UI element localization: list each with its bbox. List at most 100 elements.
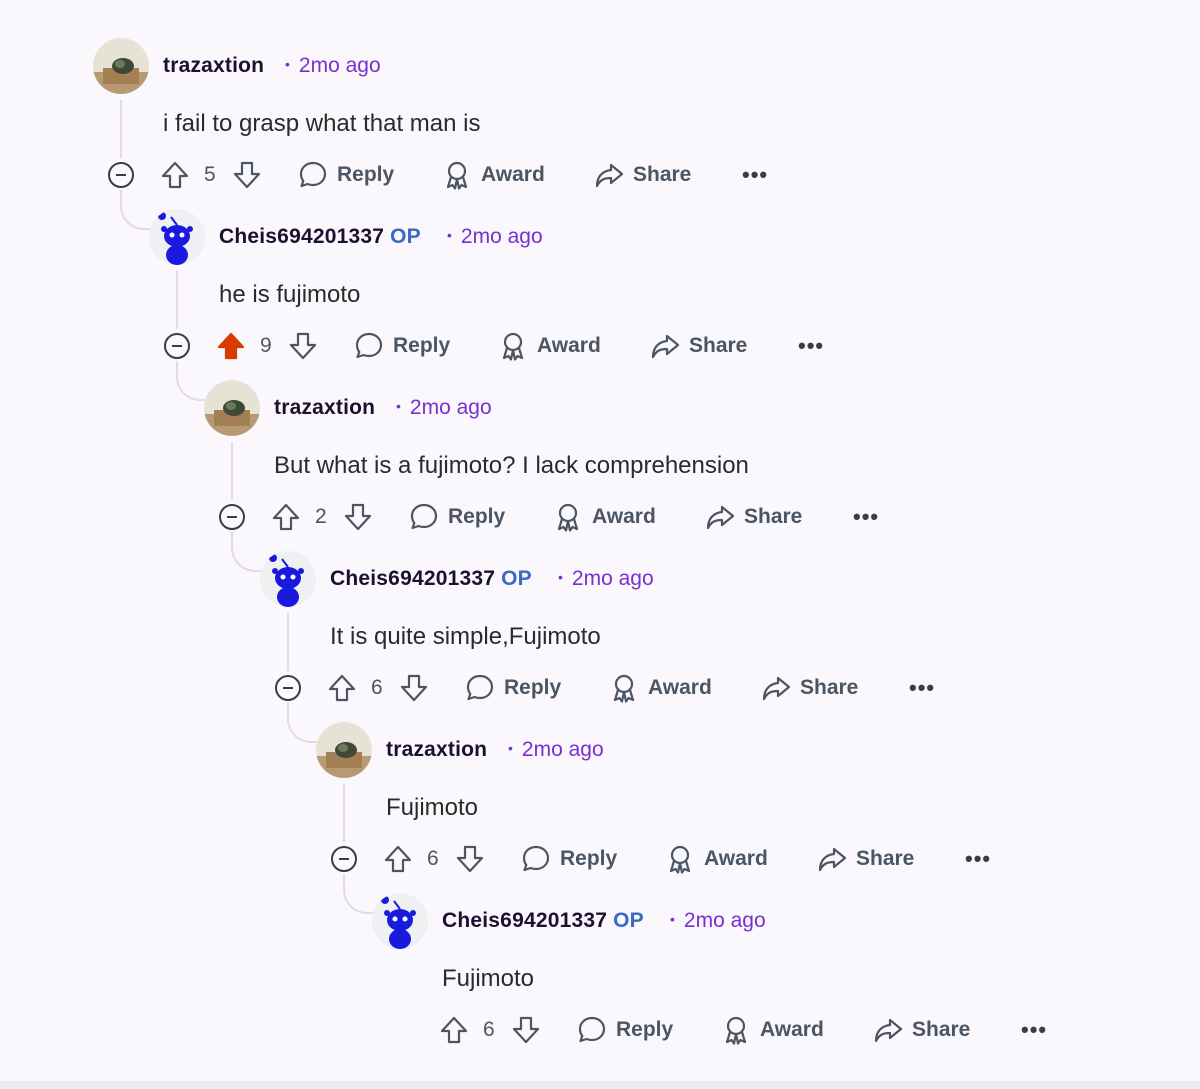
upvote-button[interactable] (439, 1012, 469, 1048)
award-button[interactable]: Award (665, 841, 768, 877)
award-button[interactable]: Award (442, 157, 545, 193)
avatar[interactable] (260, 551, 316, 607)
speech-bubble-icon (522, 845, 550, 872)
avatar[interactable] (204, 380, 260, 436)
more-options-button[interactable]: ••• (742, 157, 768, 193)
op-badge: OP (501, 567, 532, 590)
avatar[interactable] (149, 209, 205, 265)
share-label: Share (689, 334, 748, 357)
downvote-button[interactable] (455, 841, 485, 877)
downvote-button[interactable] (288, 328, 318, 364)
snoo-avatar-icon (260, 551, 316, 607)
reply-button[interactable]: Reply (354, 328, 450, 364)
upvote-button[interactable] (160, 157, 190, 193)
collapse-button[interactable] (164, 333, 190, 359)
comment-age: • 2mo ago (558, 567, 654, 590)
award-button[interactable]: Award (721, 1012, 824, 1048)
page-bottom-edge (0, 1081, 1200, 1089)
comment-body: It is quite simple,Fujimoto (330, 623, 601, 650)
vote-count: 5 (204, 163, 216, 186)
avatar[interactable] (316, 722, 372, 778)
upvote-button[interactable] (383, 841, 413, 877)
downvote-button[interactable] (343, 499, 373, 535)
more-options-button[interactable]: ••• (798, 328, 824, 364)
speech-bubble-icon (355, 332, 383, 359)
award-label: Award (537, 334, 601, 357)
share-button[interactable]: Share (705, 499, 802, 535)
more-options-button[interactable]: ••• (1021, 1012, 1047, 1048)
comment-thread: trazaxtion • 2mo ago i fail to grasp what… (0, 0, 1200, 1089)
share-label: Share (633, 163, 692, 186)
snoo-avatar-icon (372, 893, 428, 949)
award-icon (613, 674, 635, 703)
reply-button[interactable]: Reply (298, 157, 394, 193)
share-button[interactable]: Share (817, 841, 914, 877)
upvote-button[interactable] (327, 670, 357, 706)
username[interactable]: trazaxtion (163, 54, 264, 78)
share-button[interactable]: Share (594, 157, 691, 193)
more-options-button[interactable]: ••• (853, 499, 879, 535)
thread-line (120, 190, 150, 230)
avatar[interactable] (93, 38, 149, 94)
downvote-icon (289, 332, 317, 360)
share-arrow-icon (818, 847, 847, 872)
upvote-icon (440, 1016, 468, 1044)
collapse-button[interactable] (219, 504, 245, 530)
username[interactable]: Cheis694201337 OP (442, 909, 644, 933)
downvote-button[interactable] (399, 670, 429, 706)
vote-count: 6 (371, 676, 383, 699)
reply-button[interactable]: Reply (577, 1012, 673, 1048)
downvote-icon (400, 674, 428, 702)
reply-button[interactable]: Reply (521, 841, 617, 877)
award-icon (557, 503, 579, 532)
more-options-button[interactable]: ••• (965, 841, 991, 877)
speech-bubble-icon (466, 674, 494, 701)
collapse-button[interactable] (108, 162, 134, 188)
thread-line (343, 874, 373, 914)
thread-line (176, 361, 206, 401)
downvote-icon (233, 161, 261, 189)
share-button[interactable]: Share (873, 1012, 970, 1048)
upvote-button[interactable] (216, 328, 246, 364)
downvote-button[interactable] (511, 1012, 541, 1048)
thread-line (176, 271, 178, 329)
comment-body: But what is a fujimoto? I lack comprehen… (274, 452, 749, 479)
downvote-icon (456, 845, 484, 873)
downvote-button[interactable] (232, 157, 262, 193)
award-label: Award (592, 505, 656, 528)
award-button[interactable]: Award (498, 328, 601, 364)
reply-label: Reply (616, 1018, 674, 1041)
username[interactable]: trazaxtion (274, 396, 375, 420)
share-arrow-icon (874, 1018, 903, 1043)
upvote-button[interactable] (271, 499, 301, 535)
timestamp: 2mo ago (298, 54, 381, 77)
comment-age: • 2mo ago (447, 225, 543, 248)
share-arrow-icon (762, 676, 791, 701)
award-button[interactable]: Award (609, 670, 712, 706)
username[interactable]: trazaxtion (386, 738, 487, 762)
thread-line (231, 442, 233, 500)
share-button[interactable]: Share (761, 670, 858, 706)
comment-actions: 6 Reply Award Share ••• (327, 670, 947, 706)
username[interactable]: Cheis694201337 OP (330, 567, 532, 591)
reply-button[interactable]: Reply (409, 499, 505, 535)
avatar[interactable] (372, 893, 428, 949)
more-options-button[interactable]: ••• (909, 670, 935, 706)
snoo-avatar-icon (149, 209, 205, 265)
collapse-button[interactable] (275, 675, 301, 701)
thread-line (120, 100, 122, 158)
reply-button[interactable]: Reply (465, 670, 561, 706)
reply-label: Reply (393, 334, 451, 357)
award-button[interactable]: Award (553, 499, 656, 535)
username[interactable]: Cheis694201337 OP (219, 225, 421, 249)
collapse-button[interactable] (331, 846, 357, 872)
share-arrow-icon (595, 163, 624, 188)
cat-in-box-avatar-icon (93, 38, 149, 94)
share-button[interactable]: Share (650, 328, 747, 364)
reply-label: Reply (560, 847, 618, 870)
comment-actions: 9 Reply Award Share ••• (216, 328, 836, 364)
op-badge: OP (390, 225, 421, 248)
award-icon (446, 161, 468, 190)
thread-line (231, 532, 261, 572)
speech-bubble-icon (410, 503, 438, 530)
